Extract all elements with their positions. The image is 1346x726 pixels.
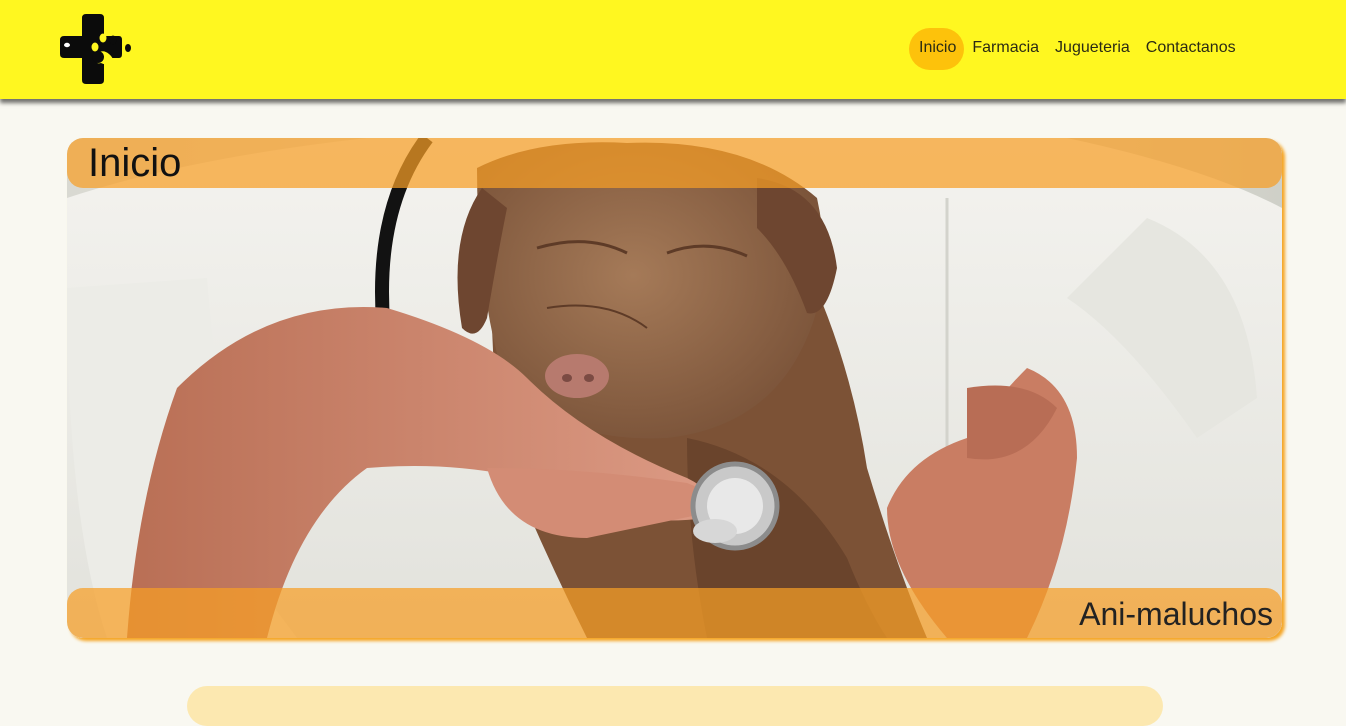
nav-item-inicio[interactable]: Inicio [909, 28, 965, 70]
nav-item-contactanos[interactable]: Contactanos [1138, 28, 1244, 70]
nav-item-jugueteria[interactable]: Jugueteria [1047, 28, 1138, 70]
nav-item-farmacia[interactable]: Farmacia [964, 28, 1047, 70]
hero-banner: Inicio Ani-maluchos [67, 138, 1282, 638]
next-section-card [187, 686, 1163, 726]
paw-cross-logo-icon[interactable] [58, 13, 132, 85]
site-header: Inicio Farmacia Jugueteria Contactanos [0, 0, 1346, 99]
hero-title: Inicio [88, 141, 182, 185]
veterinarian-with-puppy-photo [67, 138, 1282, 638]
hero-title-bar: Inicio [67, 138, 1282, 188]
main-nav: Inicio Farmacia Jugueteria Contactanos [909, 28, 1244, 70]
hero-caption: Ani-maluchos [1079, 596, 1273, 632]
